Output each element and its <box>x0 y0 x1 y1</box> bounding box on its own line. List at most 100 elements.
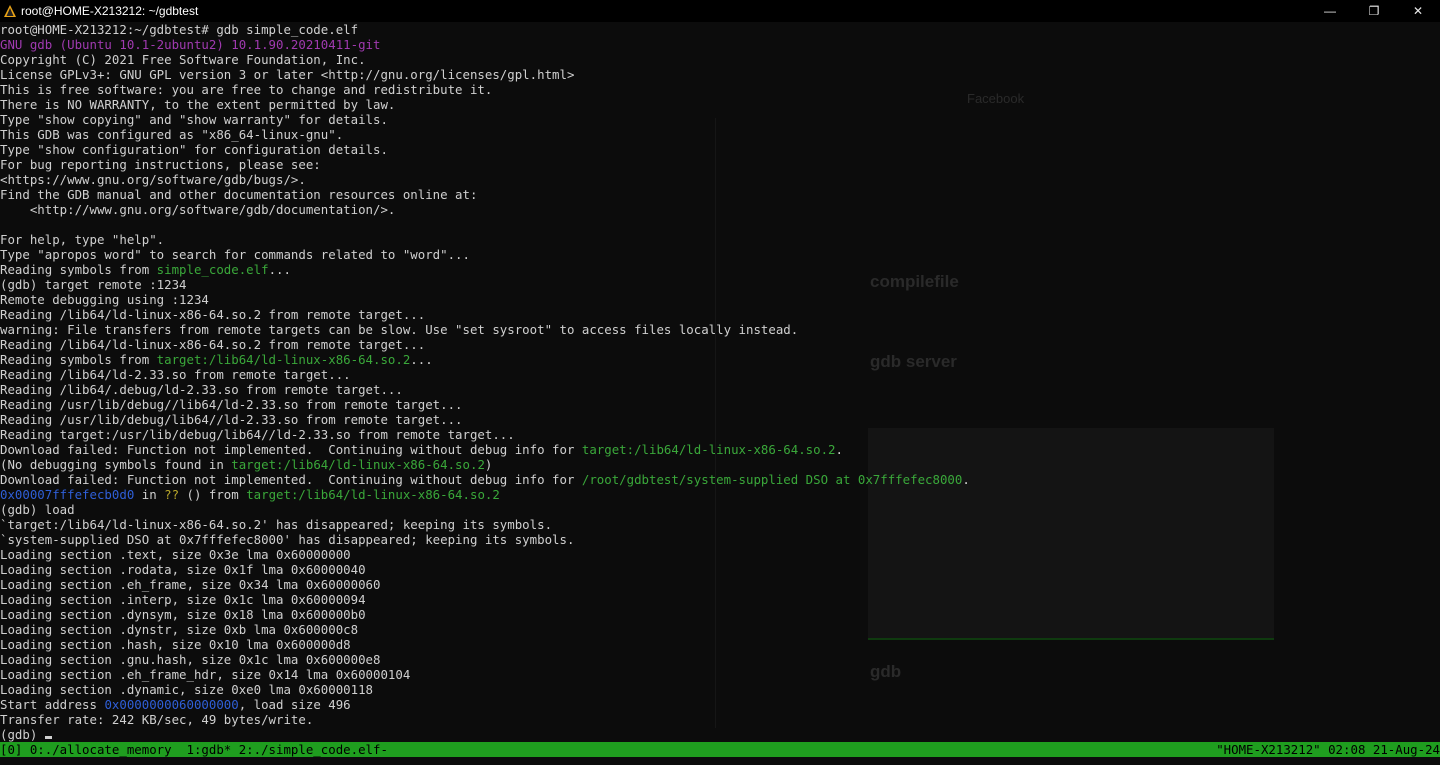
terminal-text: Loading section .dynamic, size 0xe0 lma … <box>0 682 373 697</box>
terminal-text: Reading /lib64/ld-2.33.so from remote ta… <box>0 367 351 382</box>
terminal-line: Copyright (C) 2021 Free Software Foundat… <box>0 52 1440 67</box>
terminal-line: There is NO WARRANTY, to the extent perm… <box>0 97 1440 112</box>
terminal-line: (gdb) <box>0 727 1440 742</box>
terminal-text: Reading target:/usr/lib/debug/lib64//ld-… <box>0 427 515 442</box>
terminal-line: `system-supplied DSO at 0x7fffefec8000' … <box>0 532 1440 547</box>
terminal-highlight-text: target:/lib64/ld-linux-x86-64.so.2 <box>246 487 500 502</box>
terminal-highlight-text: target:/lib64/ld-linux-x86-64.so.2 <box>581 442 836 457</box>
terminal-highlight-text: ?? <box>164 487 180 502</box>
terminal-line: Download failed: Function not implemente… <box>0 442 1440 457</box>
terminal-cursor <box>44 736 52 739</box>
terminal-text: <http://www.gnu.org/software/gdb/documen… <box>0 202 396 217</box>
terminal-line: Loading section .eh_frame, size 0x34 lma… <box>0 577 1440 592</box>
terminal-highlight-text: simple_code.elf <box>156 262 269 277</box>
terminal-line: Loading section .interp, size 0x1c lma 0… <box>0 592 1440 607</box>
terminal-highlight-text: /root/gdbtest/system-supplied DSO at 0x7… <box>581 472 963 487</box>
terminal-line: This is free software: you are free to c… <box>0 82 1440 97</box>
terminal-text: (No debugging symbols found in <box>0 457 232 472</box>
terminal-text: Find the GDB manual and other documentat… <box>0 187 478 202</box>
terminal-line: Loading section .dynamic, size 0xe0 lma … <box>0 682 1440 697</box>
terminal-text: Loading section .dynstr, size 0xb lma 0x… <box>0 622 359 637</box>
terminal-highlight-text: 0x0000000060000000 <box>104 697 239 712</box>
terminal-text: Copyright (C) 2021 Free Software Foundat… <box>0 52 366 67</box>
terminal-text: There is NO WARRANTY, to the extent perm… <box>0 97 396 112</box>
terminal-text: This is free software: you are free to c… <box>0 82 493 97</box>
terminal-text: Loading section .interp, size 0x1c lma 0… <box>0 592 366 607</box>
terminal-line: Loading section .hash, size 0x10 lma 0x6… <box>0 637 1440 652</box>
terminal-text: Loading section .gnu.hash, size 0x1c lma… <box>0 652 381 667</box>
maximize-button[interactable]: ❐ <box>1352 0 1396 22</box>
terminal-line: Transfer rate: 242 KB/sec, 49 bytes/writ… <box>0 712 1440 727</box>
terminal-text: Start address <box>0 697 105 712</box>
terminal-text: ... <box>268 262 291 277</box>
terminal-line: Loading section .text, size 0x3e lma 0x6… <box>0 547 1440 562</box>
terminal-line: (gdb) target remote :1234 <box>0 277 1440 292</box>
terminal-text: (gdb) <box>0 727 45 742</box>
terminal-text: Reading /lib64/.debug/ld-2.33.so from re… <box>0 382 403 397</box>
tmux-window-list: [0] 0:./allocate_memory 1:gdb* 2:./simpl… <box>0 742 388 757</box>
terminal-text: Type "apropos word" to search for comman… <box>0 247 470 262</box>
terminal-line: 0x00007fffefecb0d0 in ?? () from target:… <box>0 487 1440 502</box>
terminal-line: (gdb) load <box>0 502 1440 517</box>
terminal-line: `target:/lib64/ld-linux-x86-64.so.2' has… <box>0 517 1440 532</box>
terminal-line: Reading /lib64/ld-linux-x86-64.so.2 from… <box>0 337 1440 352</box>
terminal-text: Reading /usr/lib/debug/lib64//ld-2.33.so… <box>0 412 463 427</box>
terminal-text: . <box>962 472 970 487</box>
terminal-text: in <box>134 487 165 502</box>
terminal-text: (gdb) load <box>0 502 75 517</box>
terminal-text: (gdb) target remote :1234 <box>0 277 187 292</box>
terminal-text: Loading section .hash, size 0x10 lma 0x6… <box>0 637 351 652</box>
minimize-button[interactable]: — <box>1308 0 1352 22</box>
terminal-text: ... <box>410 352 433 367</box>
terminal-line: Type "show copying" and "show warranty" … <box>0 112 1440 127</box>
terminal-text: This GDB was configured as "x86_64-linux… <box>0 127 344 142</box>
terminal-line: License GPLv3+: GNU GPL version 3 or lat… <box>0 67 1440 82</box>
terminal-line: Loading section .rodata, size 0x1f lma 0… <box>0 562 1440 577</box>
terminal-line: Loading section .dynsym, size 0x18 lma 0… <box>0 607 1440 622</box>
terminal-text: `target:/lib64/ld-linux-x86-64.so.2' has… <box>0 517 553 532</box>
terminal-text: Download failed: Function not implemente… <box>0 472 582 487</box>
terminal-text: Loading section .eh_frame_hdr, size 0x14… <box>0 667 411 682</box>
terminal-line: Type "show configuration" for configurat… <box>0 142 1440 157</box>
terminal-text: Loading section .text, size 0x3e lma 0x6… <box>0 547 351 562</box>
terminal-line: <http://www.gnu.org/software/gdb/documen… <box>0 202 1440 217</box>
tmux-status-bar: [0] 0:./allocate_memory 1:gdb* 2:./simpl… <box>0 742 1440 757</box>
terminal-line: Reading target:/usr/lib/debug/lib64//ld-… <box>0 427 1440 442</box>
terminal-line: GNU gdb (Ubuntu 10.1-2ubuntu2) 10.1.90.2… <box>0 37 1440 52</box>
title-bar[interactable]: root@HOME-X213212: ~/gdbtest — ❐ ✕ <box>0 0 1440 22</box>
terminal-text: Remote debugging using :1234 <box>0 292 209 307</box>
terminal-output[interactable]: root@HOME-X213212:~/gdbtest# gdb simple_… <box>0 22 1440 742</box>
terminal-text: root@HOME-X213212:~/gdbtest# gdb simple_… <box>0 22 359 37</box>
terminal-text: Type "show copying" and "show warranty" … <box>0 112 388 127</box>
terminal-text: , load size 496 <box>238 697 351 712</box>
terminal-text: Reading symbols from <box>0 352 157 367</box>
terminal-line: <https://www.gnu.org/software/gdb/bugs/>… <box>0 172 1440 187</box>
terminal-line: Reading /usr/lib/debug//lib64/ld-2.33.so… <box>0 397 1440 412</box>
window-title: root@HOME-X213212: ~/gdbtest <box>21 4 199 18</box>
terminal-line: Reading /lib64/ld-2.33.so from remote ta… <box>0 367 1440 382</box>
terminal-text: For bug reporting instructions, please s… <box>0 157 321 172</box>
terminal-highlight-text: target:/lib64/ld-linux-x86-64.so.2 <box>231 457 485 472</box>
terminal-line: root@HOME-X213212:~/gdbtest# gdb simple_… <box>0 22 1440 37</box>
terminal-line: Reading symbols from simple_code.elf... <box>0 262 1440 277</box>
terminal-line: Loading section .eh_frame_hdr, size 0x14… <box>0 667 1440 682</box>
terminal-line: (No debugging symbols found in target:/l… <box>0 457 1440 472</box>
terminal-line: Remote debugging using :1234 <box>0 292 1440 307</box>
terminal-app-icon <box>4 5 16 17</box>
terminal-text: Loading section .eh_frame, size 0x34 lma… <box>0 577 381 592</box>
tmux-host-clock: "HOME-X213212" 02:08 21-Aug-24 <box>1216 742 1440 757</box>
terminal-line: For bug reporting instructions, please s… <box>0 157 1440 172</box>
terminal-text: () from <box>179 487 247 502</box>
terminal-text: Loading section .dynsym, size 0x18 lma 0… <box>0 607 366 622</box>
terminal-line: Download failed: Function not implemente… <box>0 472 1440 487</box>
terminal-text: Loading section .rodata, size 0x1f lma 0… <box>0 562 366 577</box>
terminal-text: Download failed: Function not implemente… <box>0 442 582 457</box>
close-button[interactable]: ✕ <box>1396 0 1440 22</box>
terminal-window[interactable]: compilefile gdb server gdb Facebook root… <box>0 0 1440 765</box>
terminal-text: Transfer rate: 242 KB/sec, 49 bytes/writ… <box>0 712 314 727</box>
terminal-line: Start address 0x0000000060000000, load s… <box>0 697 1440 712</box>
terminal-text: warning: File transfers from remote targ… <box>0 322 799 337</box>
terminal-text: Reading /lib64/ld-linux-x86-64.so.2 from… <box>0 307 426 322</box>
terminal-line: Reading symbols from target:/lib64/ld-li… <box>0 352 1440 367</box>
